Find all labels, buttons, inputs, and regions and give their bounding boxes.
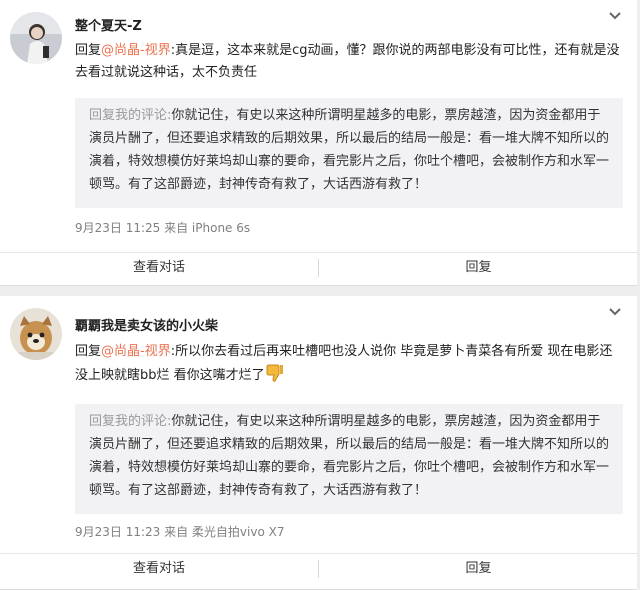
- divider: [318, 560, 319, 578]
- avatar[interactable]: [10, 308, 62, 360]
- timestamp-source: 9月23日 11:25 来自 iPhone 6s: [75, 221, 251, 235]
- mention-link[interactable]: @尚晶-视界: [101, 43, 171, 58]
- mention-link[interactable]: @尚晶-视界: [101, 344, 171, 359]
- avatar[interactable]: [10, 12, 62, 64]
- reply-prefix: 回复: [75, 344, 102, 359]
- quoted-comment[interactable]: 回复我的评论:你就记住，有史以来这种所谓明星越多的电影，票房越渣，因为资金都用于…: [75, 404, 623, 514]
- quoted-comment[interactable]: 回复我的评论:你就记住，有史以来这种所谓明星越多的电影，票房越渣，因为资金都用于…: [75, 98, 623, 208]
- timestamp-source: 9月23日 11:23 来自 柔光自拍vivo X7: [75, 525, 285, 539]
- reply-button[interactable]: 回复: [320, 554, 637, 584]
- divider: [318, 259, 319, 277]
- username[interactable]: 覇覇我是卖女该的小火柴: [75, 315, 218, 334]
- action-bar: 查看对话 回复: [0, 553, 637, 584]
- view-conversation-button[interactable]: 查看对话: [0, 253, 318, 283]
- reply-prefix: 回复: [75, 43, 102, 58]
- comment-card: 整个夏天-Z 回复@尚晶-视界:真是逗，这本来就是cg动画，懂？跟你说的两部电影…: [0, 0, 637, 286]
- chevron-down-icon[interactable]: [607, 304, 623, 320]
- thumbs-down-emoji: [265, 363, 285, 383]
- comment-card: 覇覇我是卖女该的小火柴 回复@尚晶-视界:所以你去看过后再来吐槽吧也没人说你 毕…: [0, 296, 637, 590]
- reply-text: 回复@尚晶-视界:真是逗，这本来就是cg动画，懂？跟你说的两部电影没有可比性，还…: [75, 40, 621, 84]
- reply-button[interactable]: 回复: [320, 253, 637, 283]
- action-bar: 查看对话 回复: [0, 252, 637, 283]
- chevron-down-icon[interactable]: [607, 8, 623, 24]
- view-conversation-button[interactable]: 查看对话: [0, 554, 318, 584]
- reply-text: 回复@尚晶-视界:所以你去看过后再来吐槽吧也没人说你 毕竟是萝卜青菜各有所爱 现…: [75, 341, 621, 387]
- quote-prefix: 回复我的评论:: [89, 108, 172, 123]
- quote-prefix: 回复我的评论:: [89, 414, 172, 429]
- username[interactable]: 整个夏天-Z: [75, 15, 142, 34]
